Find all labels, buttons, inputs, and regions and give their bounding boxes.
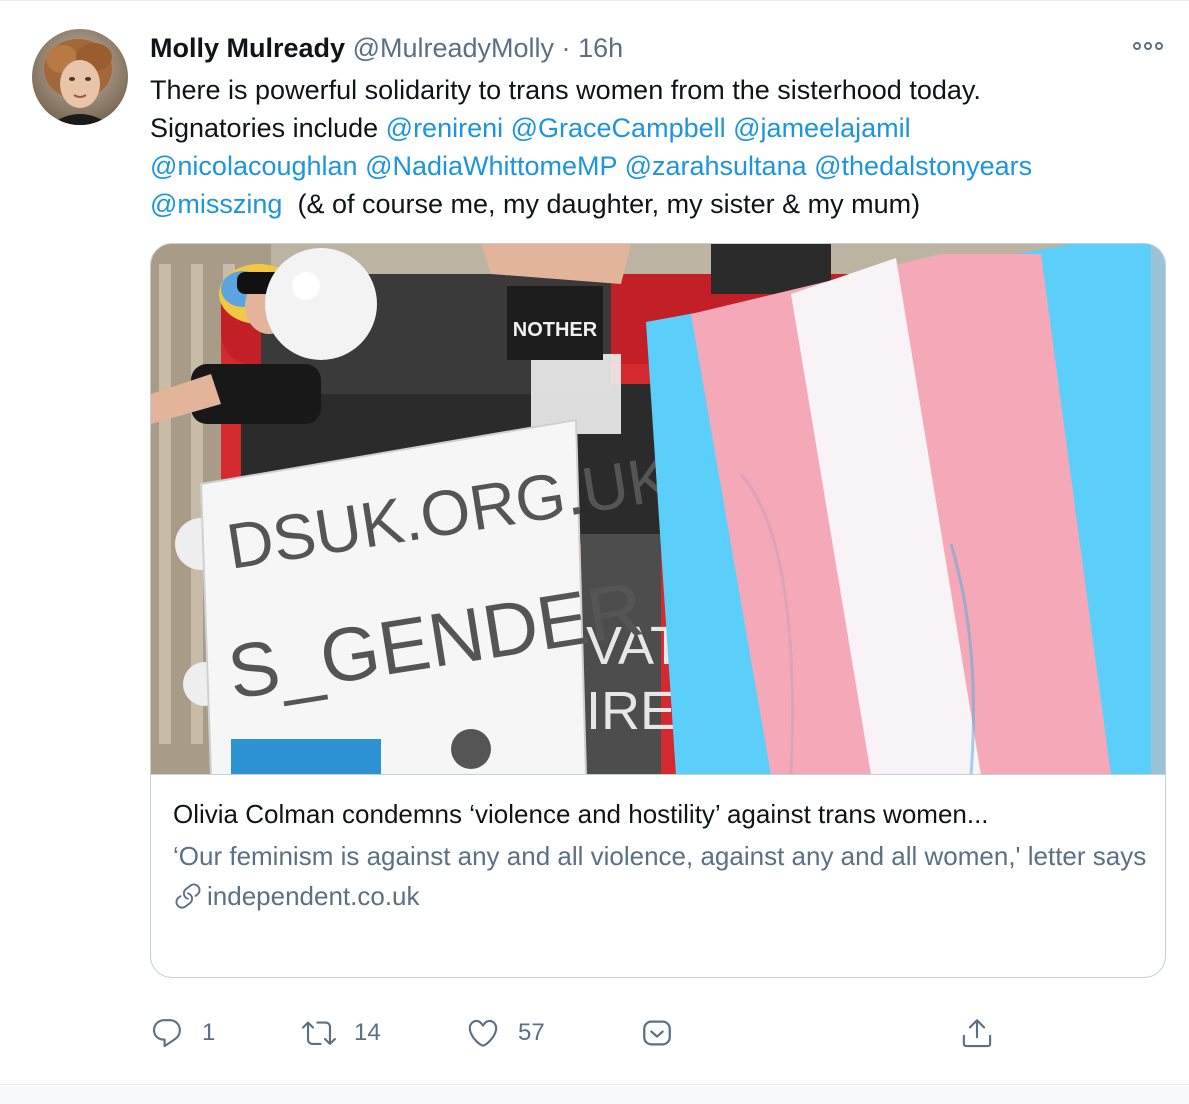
tweet-text-line: Signatories include @renireni @GraceCamp…	[150, 109, 1160, 147]
reply-count: 1	[202, 1019, 216, 1046]
link-icon	[175, 883, 201, 909]
card-body: Olivia Colman condemns ‘violence and hos…	[173, 796, 1153, 913]
card-domain: independent.co.uk	[207, 881, 420, 911]
tweet-text-line: @misszing (& of course me, my daughter, …	[150, 185, 1160, 223]
mention-link[interactable]: @misszing	[150, 189, 282, 219]
card-image[interactable]: NOTHER VAT IRE DSUK.ORG.UK S_GENDER	[151, 244, 1165, 775]
mention-link[interactable]: @jameelajamil	[733, 113, 910, 143]
retweet-icon	[302, 1021, 336, 1045]
dm-icon	[643, 1020, 671, 1046]
like-button[interactable]: 57	[466, 1011, 545, 1055]
tweet[interactable]: Molly Mulready @MulreadyMolly · 16h Ther…	[0, 0, 1189, 1085]
link-card[interactable]: NOTHER VAT IRE DSUK.ORG.UK S_GENDER Oliv…	[150, 243, 1166, 978]
mention-link[interactable]: @thedalstonyears	[814, 151, 1032, 181]
like-count: 57	[518, 1019, 545, 1046]
card-link[interactable]: independent.co.uk	[173, 879, 1153, 913]
sign-text: NOTHER	[513, 319, 598, 341]
action-bar: 1 14 57	[150, 1011, 1010, 1055]
mention-link[interactable]: @NadiaWhittomeMP	[365, 151, 617, 181]
page-bottom	[0, 1086, 1189, 1104]
mention-link[interactable]: @zarahsultana	[625, 151, 807, 181]
dm-button[interactable]	[640, 1011, 674, 1055]
reply-button[interactable]: 1	[150, 1011, 215, 1055]
bus-text: IRE	[586, 681, 676, 741]
author-handle[interactable]: @MulreadyMolly	[353, 33, 554, 63]
share-button[interactable]	[960, 1011, 994, 1055]
tweet-text-line: There is powerful solidarity to trans wo…	[150, 75, 981, 105]
tweet-text-fragment: (& of course me, my daughter, my sister …	[297, 189, 921, 219]
tweet-text-fragment: Signatories include	[150, 113, 386, 143]
avatar[interactable]	[32, 29, 128, 125]
mention-link[interactable]: @renireni	[386, 113, 503, 143]
more-icon[interactable]	[1128, 35, 1168, 57]
card-description: ‘Our feminism is against any and all vio…	[173, 841, 1147, 871]
share-icon	[962, 1019, 992, 1048]
retweet-button[interactable]: 14	[302, 1011, 381, 1055]
retweet-count: 14	[354, 1019, 381, 1046]
timestamp[interactable]: 16h	[578, 33, 623, 63]
card-title[interactable]: Olivia Colman condemns ‘violence and hos…	[173, 796, 1153, 832]
mention-link[interactable]: @GraceCampbell	[511, 113, 726, 143]
separator-dot: ·	[561, 33, 571, 63]
tweet-text: There is powerful solidarity to trans wo…	[150, 71, 1160, 223]
author-name[interactable]: Molly Mulready	[150, 33, 345, 63]
like-icon	[468, 1019, 498, 1047]
reply-icon	[152, 1019, 181, 1048]
tweet-text-line: @nicolacoughlan @NadiaWhittomeMP @zarahs…	[150, 147, 1160, 185]
mention-link[interactable]: @nicolacoughlan	[150, 151, 358, 181]
tweet-header: Molly Mulready @MulreadyMolly · 16h	[150, 31, 623, 65]
